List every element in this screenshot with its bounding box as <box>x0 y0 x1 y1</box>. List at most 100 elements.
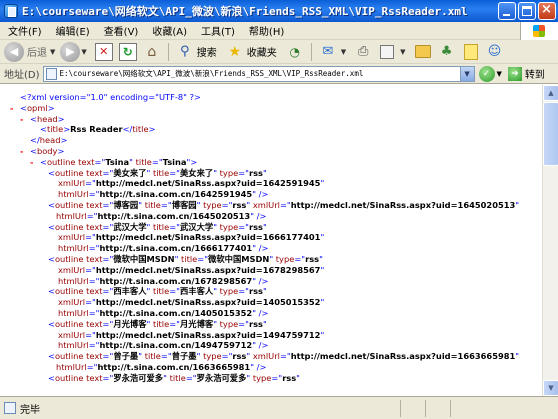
outline-entry: <outline text="武汉大学" title="武汉大学" type="… <box>48 221 267 232</box>
stop-button[interactable]: ✕ <box>94 42 113 61</box>
notes-button[interactable] <box>462 43 480 61</box>
edit-button[interactable] <box>378 43 396 61</box>
rss-title-text: Rss Reader <box>70 124 123 135</box>
minimize-button[interactable] <box>498 2 516 20</box>
outline-title: 月光博客 <box>180 318 214 329</box>
root-outline-text: Tsina <box>105 156 130 167</box>
maximize-button[interactable] <box>518 2 536 20</box>
outline-htmlurl: http://t.sina.com.cn/1642591945 <box>99 189 253 200</box>
menu-file[interactable]: 文件(F) <box>8 23 42 38</box>
outline-text: 美女来了 <box>113 167 147 178</box>
close-button[interactable]: × <box>538 2 556 20</box>
root-outline-title: Tsina <box>162 156 187 167</box>
go-arrow-icon[interactable]: ➜ <box>507 66 522 81</box>
outline-text: 罗永浩可爱多 <box>113 372 164 383</box>
outline-htmlurl-line: htmlUrl="http://t.sina.com.cn/1642591945… <box>58 189 269 200</box>
messenger-icon[interactable]: ☺ <box>486 43 504 61</box>
edit-icon <box>380 44 395 59</box>
history-icon[interactable]: ◔ <box>286 43 304 61</box>
xml-line: - <opml> <box>10 102 55 114</box>
outline-xmlurl: http://medcl.net/SinaRss.aspx?uid=164502… <box>290 199 516 210</box>
outline-xmlurl: http://medcl.net/SinaRss.aspx?uid=166617… <box>95 232 321 243</box>
shield-dropdown-icon[interactable]: ▼ <box>497 70 502 78</box>
outline-xmlurl-line: xmlUrl="http://medcl.net/SinaRss.aspx?ui… <box>58 329 325 340</box>
outline-htmlurl-line: htmlUrl="http://t.sina.com.cn/1678298567… <box>58 275 269 286</box>
search-icon[interactable]: ⚲ <box>176 43 194 61</box>
outline-type: rss <box>282 372 297 383</box>
outline-title: 西丰客人 <box>180 286 214 297</box>
research-icon[interactable]: ♣ <box>438 43 456 61</box>
address-input[interactable]: E:\courseware\网络软文\API_微波\新浪\Friends_RSS… <box>42 65 475 82</box>
xml-declaration: <?xml version="1.0" encoding="UTF-8" ?> <box>20 92 201 102</box>
print-icon[interactable]: ⎙ <box>354 43 372 61</box>
vertical-scrollbar[interactable]: ▲ ▼ <box>542 85 558 396</box>
home-button[interactable]: ⌂ <box>143 43 161 61</box>
ie-window-icon[interactable] <box>4 4 18 18</box>
outline-type: rss <box>232 199 247 210</box>
outline-xmlurl-line: xmlUrl="http://medcl.net/SinaRss.aspx?ui… <box>58 178 325 189</box>
outline-htmlurl: http://t.sina.com.cn/1678298567 <box>99 275 253 286</box>
xml-line: <title>Rss Reader</title> <box>40 124 156 135</box>
outline-entry: <outline text="博客园" title="博客园" type="rs… <box>48 199 520 221</box>
menu-help[interactable]: 帮助(H) <box>249 23 284 38</box>
security-shield-icon[interactable]: ✓ <box>478 65 495 82</box>
outline-text: 博客园 <box>113 199 139 210</box>
outline-htmlurl: http://t.sina.com.cn/1663665981 <box>97 361 251 372</box>
outline-entry: <outline text="罗永浩可爱多" title="罗永浩可爱多" ty… <box>48 372 300 383</box>
outline-xmlurl-line: xmlUrl="http://medcl.net/SinaRss.aspx?ui… <box>58 264 325 275</box>
outline-htmlurl-line: htmlUrl="http://t.sina.com.cn/1405015352… <box>58 307 269 318</box>
menu-view[interactable]: 查看(V) <box>104 23 139 38</box>
menu-tools[interactable]: 工具(T) <box>201 23 235 38</box>
address-value[interactable]: E:\courseware\网络软文\API_微波\新浪\Friends_RSS… <box>60 68 455 79</box>
address-dropdown-icon[interactable]: ▼ <box>459 66 474 81</box>
outline-text: 月光博客 <box>113 318 147 329</box>
edit-dropdown-icon[interactable]: ▼ <box>400 48 405 56</box>
outline-text: 西丰客人 <box>113 286 147 297</box>
minimize-icon <box>503 14 510 16</box>
collapse-toggle[interactable]: - <box>10 103 20 114</box>
address-label: 地址(D) <box>4 70 40 81</box>
xml-line: - <outline text="Tsina" title="Tsina"> <box>30 156 198 168</box>
search-button[interactable]: 搜索 <box>197 44 217 59</box>
go-button[interactable]: 转到 <box>525 66 545 81</box>
maximize-icon <box>522 6 532 16</box>
scroll-down-icon: ▼ <box>548 384 554 392</box>
status-bar: 完毕 <box>0 396 558 419</box>
standard-toolbar: ◀ 后退 ▼ ▶ ▼ ✕ ↻ ⌂ ⚲ 搜索 ★ 收藏夹 ◔ ✉ ▼ ⎙ ▼ ♣ … <box>0 40 558 64</box>
mail-dropdown-icon[interactable]: ▼ <box>341 48 346 56</box>
scroll-down-button[interactable]: ▼ <box>543 380 558 396</box>
outline-entry: <outline text="曾子墨" title="曾子墨" type="rs… <box>48 351 520 372</box>
folder-button[interactable] <box>414 43 432 61</box>
scroll-up-button[interactable]: ▲ <box>543 85 558 101</box>
outline-xmlurl-line: xmlUrl="http://medcl.net/SinaRss.aspx?ui… <box>58 232 325 243</box>
back-button[interactable]: ◀ <box>4 41 24 62</box>
collapse-toggle[interactable]: - <box>30 157 40 168</box>
window-title: E:\courseware\网络软文\API_微波\新浪\Friends_RSS… <box>22 5 468 18</box>
outline-title: 微软中国MSDN <box>208 253 270 264</box>
menu-favorites[interactable]: 收藏(A) <box>152 23 187 38</box>
refresh-button[interactable]: ↻ <box>118 42 137 61</box>
xml-line: - <body> <box>20 145 65 157</box>
toolbar-separator <box>167 42 169 61</box>
back-label: 后退 <box>27 48 47 59</box>
forward-button[interactable]: ▶ <box>60 41 81 62</box>
status-text: 完毕 <box>20 404 40 416</box>
outline-title: 罗永浩可爱多 <box>196 372 247 383</box>
folder-icon <box>414 45 431 58</box>
favorites-star-icon[interactable]: ★ <box>226 43 244 61</box>
forward-dropdown-icon[interactable]: ▼ <box>81 48 86 56</box>
outline-list: <outline text="美女来了" title="美女来了" type="… <box>0 168 542 384</box>
menu-edit[interactable]: 编辑(E) <box>56 23 90 38</box>
outline-text: 武汉大学 <box>113 221 147 232</box>
close-icon: × <box>541 2 552 17</box>
collapse-toggle[interactable]: - <box>20 146 30 157</box>
status-separator <box>450 400 451 417</box>
favorites-button[interactable]: 收藏夹 <box>247 44 277 59</box>
scroll-thumb[interactable] <box>543 102 558 166</box>
back-dropdown-icon[interactable]: ▼ <box>50 48 55 56</box>
outline-type: rss <box>249 318 263 329</box>
home-icon: ⌂ <box>147 43 157 60</box>
toolbar-separator <box>310 42 312 61</box>
collapse-toggle[interactable]: - <box>20 114 30 125</box>
mail-icon[interactable]: ✉ <box>319 43 337 61</box>
